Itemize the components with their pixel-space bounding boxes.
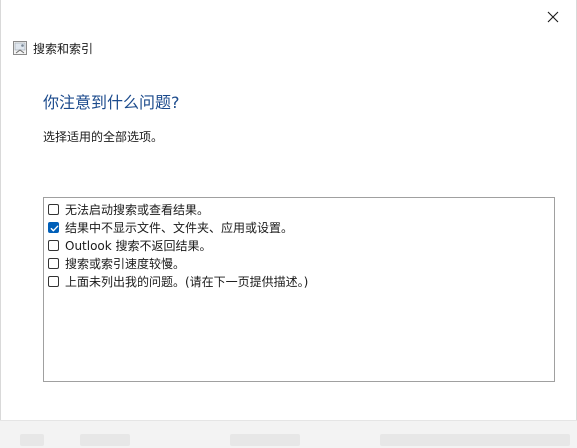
instruction-text: 选择适用的全部选项。 (43, 130, 164, 144)
background-blur-block (380, 434, 570, 446)
option-label: 上面未列出我的问题。(请在下一页提供描述。) (65, 275, 309, 289)
checkmark-icon (50, 225, 59, 232)
option-outlook-no-results[interactable]: Outlook 搜索不返回结果。 (48, 237, 212, 254)
option-label: 搜索或索引速度较慢。 (65, 257, 186, 271)
background-blur-block (80, 434, 130, 446)
option-label: 结果中不显示文件、文件夹、应用或设置。 (65, 221, 294, 235)
option-cannot-start-search[interactable]: 无法启动搜索或查看结果。 (48, 201, 209, 218)
checkbox-checked[interactable] (48, 222, 59, 233)
option-label: Outlook 搜索不返回结果。 (65, 239, 212, 253)
background-blur-block (20, 434, 44, 446)
checkbox[interactable] (48, 204, 59, 215)
checkbox[interactable] (48, 240, 59, 251)
question-heading: 你注意到什么问题? (43, 93, 180, 112)
close-button[interactable] (540, 4, 566, 30)
option-slow-search[interactable]: 搜索或索引速度较慢。 (48, 255, 185, 272)
troubleshooter-app-icon (13, 41, 27, 55)
option-label: 无法启动搜索或查看结果。 (65, 203, 210, 217)
option-not-listed[interactable]: 上面未列出我的问题。(请在下一页提供描述。) (48, 273, 308, 290)
problem-options-list: 无法启动搜索或查看结果。 结果中不显示文件、文件夹、应用或设置。 Outlook… (43, 197, 555, 382)
dialog-title-bar: 搜索和索引 (13, 38, 93, 58)
dialog-title: 搜索和索引 (33, 41, 94, 56)
checkbox[interactable] (48, 258, 59, 269)
troubleshooter-dialog: 搜索和索引 你注意到什么问题? 选择适用的全部选项。 无法启动搜索或查看结果。 … (0, 0, 577, 420)
checkbox[interactable] (48, 276, 59, 287)
background-blur-block (230, 434, 300, 446)
close-icon (547, 11, 559, 23)
option-files-not-shown[interactable]: 结果中不显示文件、文件夹、应用或设置。 (48, 219, 293, 236)
screen: 搜索和索引 你注意到什么问题? 选择适用的全部选项。 无法启动搜索或查看结果。 … (0, 0, 577, 448)
